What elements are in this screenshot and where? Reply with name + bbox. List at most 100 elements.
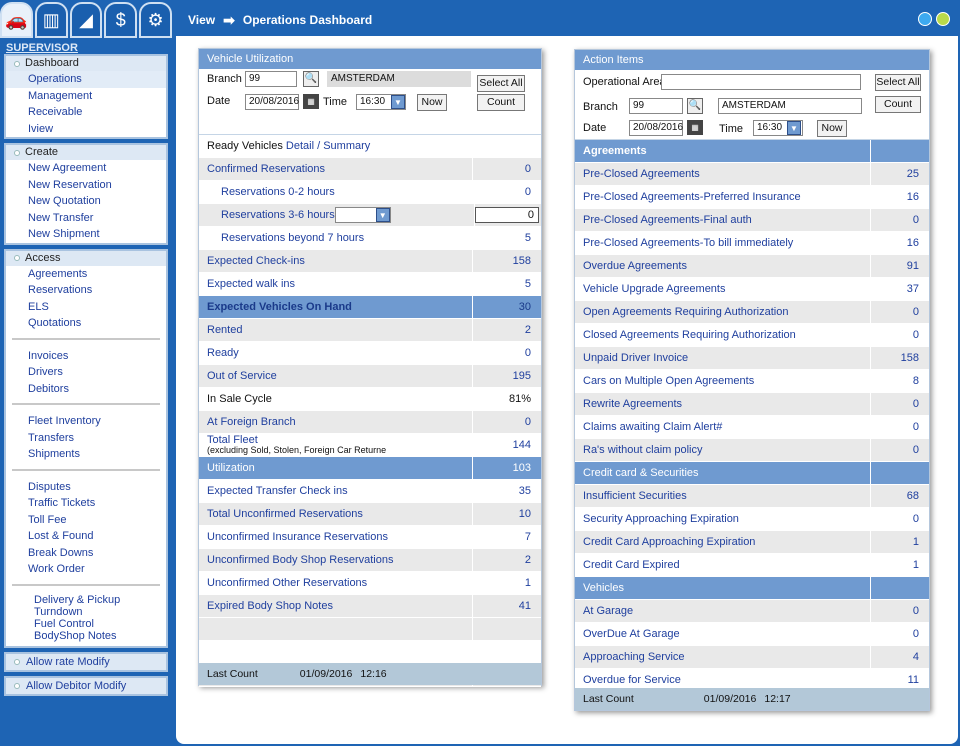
table-row[interactable]: Reservations 0-2 hours 0 xyxy=(199,181,541,204)
table-row[interactable]: Expected Vehicles On Hand 30 xyxy=(199,296,541,319)
table-row[interactable]: Insufficient Securities 68 xyxy=(575,485,929,508)
row-label[interactable]: Unpaid Driver Invoice xyxy=(575,347,871,369)
row-label[interactable]: Reservations 0-2 hours xyxy=(221,186,335,198)
row-label[interactable]: Expected Vehicles On Hand xyxy=(207,301,352,313)
table-row[interactable]: Total Fleet (excluding Sold, Stolen, Fore… xyxy=(199,434,541,457)
row-value-input[interactable]: 0 xyxy=(475,207,539,223)
sidebar-item-disputes[interactable]: Disputes xyxy=(6,479,166,496)
row-label[interactable]: Rented xyxy=(207,324,242,336)
table-row[interactable]: Security Approaching Expiration 0 xyxy=(575,508,929,531)
sidebar-item-new-transfer[interactable]: New Transfer xyxy=(6,210,166,227)
table-row[interactable]: Pre-Closed Agreements 25 xyxy=(575,163,929,186)
sidebar-item-iview[interactable]: Iview xyxy=(6,121,166,138)
table-row[interactable]: Rented 2 xyxy=(199,319,541,342)
count-button[interactable]: Count xyxy=(477,94,525,111)
sidebar-item-new-reservation[interactable]: New Reservation xyxy=(6,177,166,194)
sidebar-item-invoices[interactable]: Invoices xyxy=(6,348,166,365)
sidebar-item-receivable[interactable]: Receivable xyxy=(6,104,166,121)
sidebar-item-fuel-control[interactable]: Fuel Control xyxy=(6,618,166,630)
sidebar-item-management[interactable]: Management xyxy=(6,88,166,105)
sidebar-item-shipments[interactable]: Shipments xyxy=(6,446,166,463)
row-label[interactable]: Open Agreements Requiring Authorization xyxy=(575,301,871,323)
role-label[interactable]: SUPERVISOR xyxy=(2,40,170,54)
row-label[interactable]: Vehicle Upgrade Agreements xyxy=(575,278,871,300)
row-label[interactable]: Expected walk ins xyxy=(207,278,295,290)
table-row[interactable]: Approaching Service 4 xyxy=(575,646,929,669)
now-button[interactable]: Now xyxy=(417,94,447,111)
table-row[interactable]: OverDue At Garage 0 xyxy=(575,623,929,646)
table-row[interactable]: Out of Service 195 xyxy=(199,365,541,388)
row-label[interactable]: Security Approaching Expiration xyxy=(575,508,871,530)
steps-icon[interactable]: ◢ xyxy=(69,2,103,38)
table-row[interactable]: Vehicle Upgrade Agreements 37 xyxy=(575,278,929,301)
table-row[interactable]: Credit Card Approaching Expiration 1 xyxy=(575,531,929,554)
calendar-icon[interactable]: ▦ xyxy=(687,120,703,135)
table-row[interactable]: Closed Agreements Requiring Authorizatio… xyxy=(575,324,929,347)
row-label[interactable]: Unconfirmed Insurance Reservations xyxy=(207,531,388,543)
table-row[interactable]: In Sale Cycle 81% xyxy=(199,388,541,411)
row-label[interactable]: Closed Agreements Requiring Authorizatio… xyxy=(575,324,871,346)
sidebar-item-quotations[interactable]: Quotations xyxy=(6,315,166,332)
sidebar-item-debitors[interactable]: Debitors xyxy=(6,381,166,398)
sidebar-item-transfers[interactable]: Transfers xyxy=(6,430,166,447)
row-label[interactable]: Claims awaiting Claim Alert# xyxy=(575,416,871,438)
row-label[interactable]: Confirmed Reservations xyxy=(207,163,325,175)
sidebar-item-operations[interactable]: Operations xyxy=(6,71,166,88)
search-icon[interactable]: 🔍 xyxy=(687,98,703,114)
sidebar-item-new-agreement[interactable]: New Agreement xyxy=(6,160,166,177)
row-label[interactable]: In Sale Cycle xyxy=(207,393,272,405)
row-label[interactable]: Expired Body Shop Notes xyxy=(207,600,333,612)
table-row[interactable]: Ready 0 xyxy=(199,342,541,365)
view-label[interactable]: View xyxy=(188,13,215,27)
table-row[interactable]: Unpaid Driver Invoice 158 xyxy=(575,347,929,370)
row-label[interactable]: Utilization xyxy=(207,462,255,474)
table-row[interactable]: Reservations 3-6 hours ▼ 0 xyxy=(199,204,541,227)
sidebar-item-reservations[interactable]: Reservations xyxy=(6,282,166,299)
table-row[interactable]: Unconfirmed Body Shop Reservations 2 xyxy=(199,549,541,572)
table-row[interactable]: Credit Card Expired 1 xyxy=(575,554,929,577)
row-label[interactable]: Expected Check-ins xyxy=(207,255,305,267)
table-row[interactable]: Rewrite Agreements 0 xyxy=(575,393,929,416)
chevron-down-icon[interactable]: ▼ xyxy=(787,121,801,135)
table-row[interactable]: Pre-Closed Agreements-Preferred Insuranc… xyxy=(575,186,929,209)
sidebar-item-break-downs[interactable]: Break Downs xyxy=(6,545,166,562)
green-circle-icon[interactable] xyxy=(936,12,950,26)
create-header[interactable]: Create xyxy=(6,145,166,160)
row-label[interactable]: Approaching Service xyxy=(575,646,871,668)
branch-input[interactable]: 99 xyxy=(629,98,683,114)
access-header[interactable]: Access xyxy=(6,250,166,266)
table-row[interactable]: Cars on Multiple Open Agreements 8 xyxy=(575,370,929,393)
row-label[interactable]: At Garage xyxy=(575,600,871,622)
table-row[interactable]: Unconfirmed Other Reservations 1 xyxy=(199,572,541,595)
sidebar-item-bodyshop-notes[interactable]: BodyShop Notes xyxy=(6,630,166,642)
chart-icon[interactable]: ▥ xyxy=(34,2,68,38)
branch-input[interactable]: 99 xyxy=(245,71,297,87)
sidebar-item-lost-found[interactable]: Lost & Found xyxy=(6,528,166,545)
calendar-icon[interactable]: ▦ xyxy=(303,94,319,109)
table-row[interactable]: Unconfirmed Insurance Reservations 7 xyxy=(199,526,541,549)
row-label[interactable]: Reservations 3-6 hours xyxy=(221,209,335,221)
select-all-button[interactable]: Select All xyxy=(875,74,921,91)
row-label[interactable]: Total Unconfirmed Reservations xyxy=(207,508,363,520)
row-label[interactable]: Cars on Multiple Open Agreements xyxy=(575,370,871,392)
sidebar-item-traffic-tickets[interactable]: Traffic Tickets xyxy=(6,495,166,512)
table-row[interactable]: Expected walk ins 5 xyxy=(199,273,541,296)
table-row[interactable]: Expired Body Shop Notes 41 xyxy=(199,595,541,618)
table-row[interactable]: Open Agreements Requiring Authorization 0 xyxy=(575,301,929,324)
sidebar-item-drivers[interactable]: Drivers xyxy=(6,364,166,381)
operational-area-input[interactable] xyxy=(661,74,861,90)
table-row[interactable]: Overdue Agreements 91 xyxy=(575,255,929,278)
date-input[interactable]: 20/08/2016 xyxy=(629,120,683,136)
allow-debitor-modify-toggle[interactable]: Allow Debitor Modify xyxy=(4,675,168,696)
gears-icon[interactable]: ⚙ xyxy=(139,2,172,38)
sidebar-item-agreements[interactable]: Agreements xyxy=(6,266,166,283)
row-label[interactable]: Out of Service xyxy=(207,370,277,382)
now-button[interactable]: Now xyxy=(817,120,847,137)
sidebar-item-toll-fee[interactable]: Toll Fee xyxy=(6,512,166,529)
date-input[interactable]: 20/08/2016 xyxy=(245,94,299,110)
search-icon[interactable]: 🔍 xyxy=(303,71,319,87)
row-label[interactable]: Pre-Closed Agreements-Preferred Insuranc… xyxy=(575,186,871,208)
blue-circle-icon[interactable] xyxy=(918,12,932,26)
row-label[interactable]: Expected Transfer Check ins xyxy=(207,485,348,497)
row-label[interactable]: Ra's without claim policy xyxy=(575,439,871,461)
